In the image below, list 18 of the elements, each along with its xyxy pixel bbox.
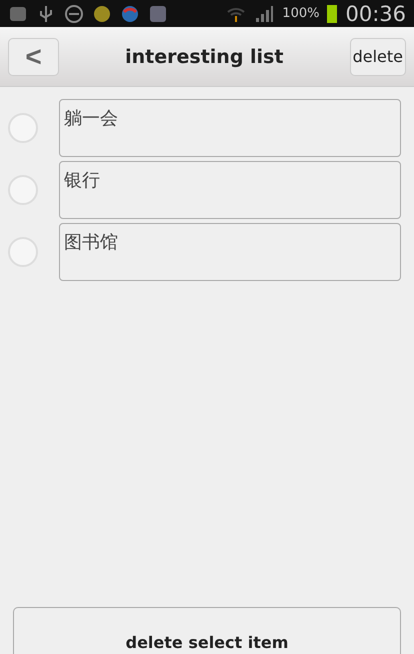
app-icon: [148, 4, 168, 24]
battery-percent: 100%: [282, 6, 320, 21]
delete-selected-button[interactable]: delete select item: [13, 607, 401, 654]
screen-title: interesting list: [124, 46, 284, 68]
app-icon: [120, 4, 140, 24]
clock: 00:36: [345, 2, 406, 26]
battery-icon: [327, 4, 338, 22]
radio-button[interactable]: [8, 175, 38, 205]
radio-button[interactable]: [8, 113, 38, 143]
list-item[interactable]: 躺一会: [59, 99, 401, 157]
delete-button[interactable]: delete: [350, 38, 406, 76]
back-button[interactable]: <: [8, 38, 59, 76]
list-item[interactable]: 银行: [59, 161, 401, 219]
radio-button[interactable]: [8, 237, 38, 267]
blocked-icon: [64, 4, 84, 24]
app-icon: [92, 4, 112, 24]
list-item[interactable]: 图书馆: [59, 223, 401, 281]
signal-icon: [254, 4, 274, 24]
